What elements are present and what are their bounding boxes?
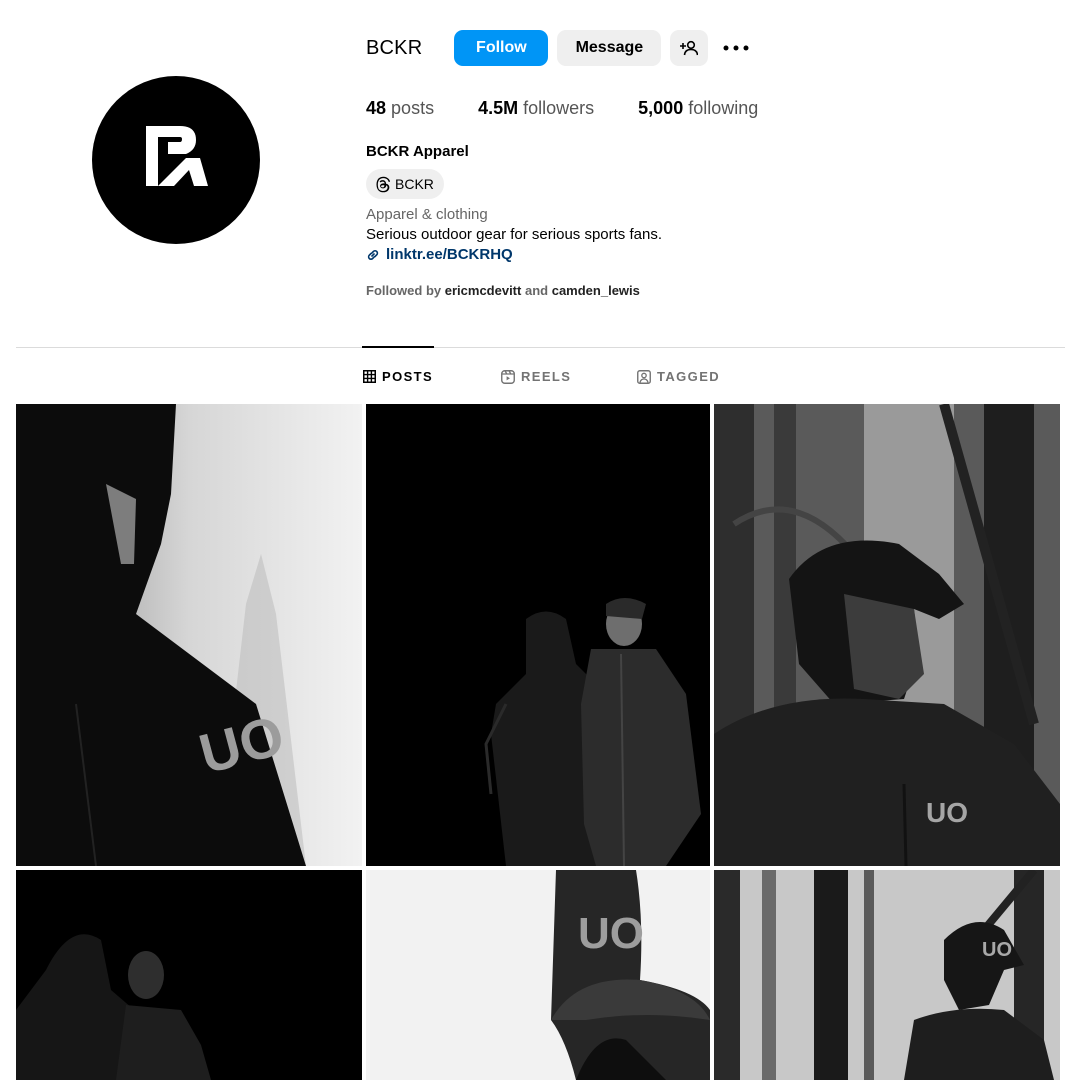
add-person-icon [680, 40, 699, 56]
followed-by-and: and [524, 283, 549, 298]
tab-tagged-label: TAGGED [657, 369, 721, 384]
profile-divider [16, 347, 1065, 348]
post-tile-6[interactable]: UO [714, 870, 1060, 1080]
threads-badge[interactable]: BCKR [366, 169, 444, 199]
tagged-icon [637, 369, 651, 384]
post-image-3: UO [714, 404, 1060, 866]
profile-bio: Serious outdoor gear for serious sports … [366, 226, 662, 243]
followers-label: followers [523, 98, 595, 118]
tab-posts-label: POSTS [382, 369, 434, 384]
active-tab-indicator [362, 346, 434, 348]
followers-link[interactable]: 4.5M followers [478, 98, 594, 119]
post-image-6: UO [714, 870, 1060, 1080]
followed-by-account-1[interactable]: ericmcdevitt [445, 283, 522, 298]
post-tile-2[interactable] [366, 404, 710, 866]
posts-label: posts [391, 98, 435, 118]
post-image-4 [16, 870, 362, 1080]
followers-number: 4.5M [478, 98, 519, 118]
post-tile-3[interactable]: UO [714, 404, 1060, 866]
profile-avatar[interactable] [92, 76, 260, 244]
profile-stats: 48 posts 4.5M followers 5,000 following [366, 98, 802, 119]
post-image-2 [366, 404, 710, 866]
post-image-1: UO [16, 404, 362, 866]
more-options-button[interactable] [718, 30, 754, 66]
grid-icon [363, 370, 376, 383]
following-link[interactable]: 5,000 following [638, 98, 758, 119]
link-icon [366, 248, 380, 262]
tab-reels[interactable]: REELS [501, 369, 571, 384]
following-number: 5,000 [638, 98, 684, 118]
tab-tagged[interactable]: TAGGED [637, 369, 720, 384]
svg-text:UO: UO [982, 939, 1012, 961]
bckr-logo [146, 126, 208, 186]
bio-link[interactable]: linktr.ee/BCKRHQ [366, 246, 513, 263]
more-options-icon [723, 45, 749, 51]
threads-handle: BCKR [395, 176, 434, 192]
profile-category: Apparel & clothing [366, 206, 488, 223]
tab-reels-label: REELS [521, 369, 572, 384]
profile-full-name: BCKR Apparel [366, 143, 469, 160]
posts-count: 48 posts [366, 98, 434, 119]
following-label: following [688, 98, 759, 118]
message-button[interactable]: Message [557, 30, 662, 66]
post-tile-5[interactable]: UO [366, 870, 710, 1080]
post-tile-4[interactable] [16, 870, 362, 1080]
profile-header: BCKR Follow Message [366, 30, 754, 66]
follow-button[interactable]: Follow [454, 30, 549, 66]
svg-text:UO: UO [578, 909, 644, 958]
followed-by-prefix: Followed by [366, 283, 442, 298]
threads-icon [374, 176, 391, 193]
followed-by[interactable]: Followed by ericmcdevitt and camden_lewi… [366, 283, 640, 298]
svg-text:UO: UO [926, 797, 968, 828]
suggest-users-button[interactable] [670, 30, 709, 66]
bio-link-text: linktr.ee/BCKRHQ [386, 246, 513, 263]
post-tile-1[interactable]: UO [16, 404, 362, 866]
reels-icon [501, 369, 515, 384]
tab-posts[interactable]: POSTS [363, 369, 433, 384]
profile-username: BCKR [366, 36, 423, 59]
post-image-5: UO [366, 870, 710, 1080]
posts-number: 48 [366, 98, 387, 118]
followed-by-account-2[interactable]: camden_lewis [552, 283, 640, 298]
